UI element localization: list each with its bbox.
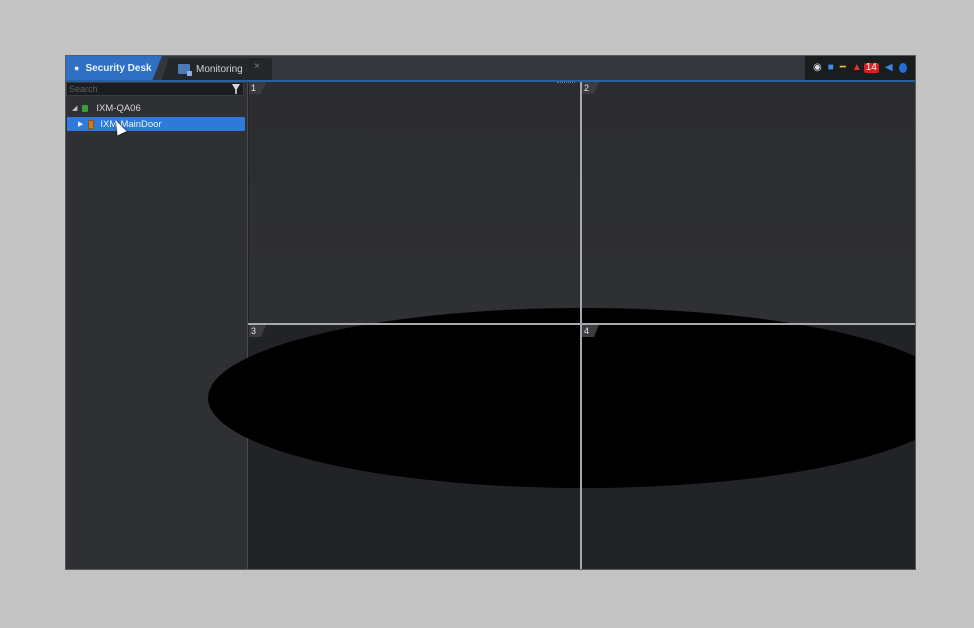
video-tile-grid: 1 2 3 4 — [208, 82, 915, 569]
tree-item-label: IXM-MainDoor — [100, 118, 162, 130]
search-box[interactable] — [66, 82, 244, 96]
computer-icon — [82, 104, 89, 112]
video-tile-4[interactable] — [582, 325, 915, 569]
tree-item-ixm-qa06[interactable]: ◢ IXM-QA06 — [72, 101, 141, 115]
hardware-icon[interactable]: ◉ — [813, 63, 822, 73]
monitoring-icon — [178, 64, 192, 76]
drag-handle[interactable] — [557, 82, 575, 85]
tree-item-label: IXM-QA06 — [96, 102, 141, 114]
filter-icon[interactable] — [232, 84, 240, 94]
security-desk-window: ● Security Desk Monitoring × ◉ ■ ━ ▲ 14 … — [65, 55, 916, 570]
tab-security-desk-label: Security Desk — [85, 62, 152, 74]
alarm-icon[interactable]: ▲ — [852, 63, 862, 73]
alarm-count-badge: 14 — [863, 62, 879, 73]
title-bar: ● Security Desk Monitoring × ◉ ■ ━ ▲ 14 … — [66, 56, 915, 82]
volume-icon[interactable]: ◀ — [885, 63, 893, 73]
door-icon — [88, 119, 95, 129]
system-status-icon[interactable]: ■ — [828, 63, 834, 73]
grid-divider-vertical — [580, 82, 582, 569]
video-tile-2[interactable] — [582, 82, 915, 323]
search-input[interactable] — [69, 83, 219, 95]
grid-divider-horizontal — [248, 323, 915, 325]
key-icon[interactable]: ━ — [840, 63, 846, 73]
tree-item-ixm-maindoor[interactable]: ▶ IXM-MainDoor — [67, 117, 245, 131]
home-icon: ● — [74, 63, 80, 73]
notification-tray: ◉ ■ ━ ▲ 14 ◀ — [805, 56, 915, 80]
area-view-panel: ◢ IXM-QA06 ▶ IXM-MainDoor — [66, 82, 248, 569]
collapse-arrow-icon[interactable]: ◢ — [72, 104, 77, 112]
video-tile-3[interactable] — [249, 325, 580, 569]
tab-monitoring-label: Monitoring — [196, 63, 243, 75]
help-icon[interactable] — [898, 63, 907, 73]
expand-arrow-icon[interactable]: ▶ — [78, 120, 83, 128]
close-tab-icon[interactable]: × — [254, 61, 260, 72]
video-tile-1[interactable] — [249, 82, 580, 323]
tab-security-desk[interactable]: ● Security Desk — [66, 56, 162, 80]
